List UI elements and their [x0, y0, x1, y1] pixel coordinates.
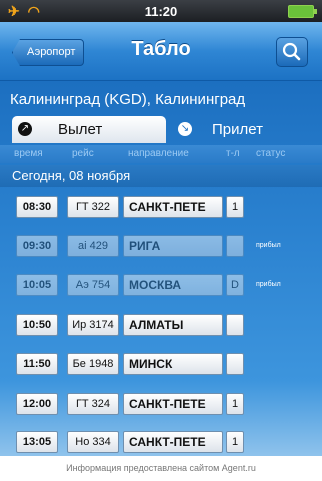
flight-terminal	[226, 314, 244, 336]
flight-destination: МОСКВА	[123, 274, 223, 296]
flight-terminal: 1	[226, 196, 244, 218]
table-row[interactable]: 09:30 ai 429 РИГА прибыл	[0, 231, 322, 262]
departure-arrow-icon: ↗	[18, 122, 32, 136]
flight-terminal: 1	[226, 431, 244, 453]
board-content: Калининград (KGD), Калининград ↗ Вылет ↘…	[0, 81, 322, 456]
tab-label: Вылет	[58, 121, 103, 138]
search-button[interactable]	[276, 37, 308, 67]
column-headers: время рейс направление т-л статус	[0, 145, 322, 163]
col-flight: рейс	[72, 148, 94, 159]
flight-terminal	[226, 235, 244, 257]
flight-time: 13:05	[16, 431, 58, 453]
col-time: время	[14, 148, 43, 159]
col-terminal: т-л	[226, 148, 240, 159]
table-row[interactable]: 12:00 ГТ 324 САНКТ-ПЕТЕ 1	[0, 389, 322, 420]
flight-time: 08:30	[16, 196, 58, 218]
flight-destination: САНКТ-ПЕТЕ	[123, 196, 223, 218]
status-bar: ✈ ◠ 11:20	[0, 0, 322, 22]
flight-number: ГТ 322	[67, 196, 119, 218]
tab-departures[interactable]: ↗ Вылет	[12, 116, 166, 143]
page-title: Табло	[131, 38, 191, 60]
footer-credit: Информация предоставлена сайтом Agent.ru	[0, 456, 322, 481]
flight-number: ai 429	[67, 235, 119, 257]
status-time: 11:20	[144, 4, 178, 19]
flight-destination: АЛМАТЫ	[123, 314, 223, 336]
tab-label: Прилет	[212, 121, 263, 138]
flight-terminal: D	[226, 274, 244, 296]
table-row[interactable]: 10:05 Аэ 754 МОСКВА D прибыл	[0, 270, 322, 301]
flight-status: прибыл	[256, 242, 281, 249]
flight-time: 12:00	[16, 393, 58, 415]
col-destination: направление	[128, 148, 189, 159]
flight-time: 10:05	[16, 274, 58, 296]
col-status: статус	[256, 148, 286, 159]
search-icon	[282, 42, 301, 61]
flight-number: Но 334	[67, 431, 119, 453]
flight-status: прибыл	[256, 281, 281, 288]
battery-icon	[288, 5, 317, 18]
date-header: Сегодня, 08 ноября	[0, 165, 322, 187]
date-label: Сегодня, 08 ноября	[12, 168, 131, 183]
flight-destination: САНКТ-ПЕТЕ	[123, 431, 223, 453]
flight-time: 11:50	[16, 353, 58, 375]
flight-number: Ир 3174	[67, 314, 119, 336]
airport-city: Калининград (KGD), Калининград	[10, 91, 246, 108]
flight-terminal: 1	[226, 393, 244, 415]
arrival-arrow-icon: ↘	[178, 122, 192, 136]
flight-time: 10:50	[16, 314, 58, 336]
flight-time: 09:30	[16, 235, 58, 257]
table-row[interactable]: 10:50 Ир 3174 АЛМАТЫ	[0, 310, 322, 341]
flight-destination: МИНСК	[123, 353, 223, 375]
flight-destination: САНКТ-ПЕТЕ	[123, 393, 223, 415]
flight-destination: РИГА	[123, 235, 223, 257]
flight-terminal	[226, 353, 244, 375]
tab-bar: ↗ Вылет ↘ Прилет	[12, 116, 322, 143]
flight-number: Бе 1948	[67, 353, 119, 375]
table-row[interactable]: 11:50 Бе 1948 МИНСК	[0, 349, 322, 380]
table-row[interactable]: 13:05 Но 334 САНКТ-ПЕТЕ 1	[0, 427, 322, 456]
flight-number: ГТ 324	[67, 393, 119, 415]
tab-arrivals[interactable]: ↘ Прилет	[172, 116, 322, 143]
navbar: Аэропорт Табло	[0, 22, 322, 81]
table-row[interactable]: 08:30 ГТ 322 САНКТ-ПЕТЕ 1	[0, 192, 322, 223]
flight-number: Аэ 754	[67, 274, 119, 296]
